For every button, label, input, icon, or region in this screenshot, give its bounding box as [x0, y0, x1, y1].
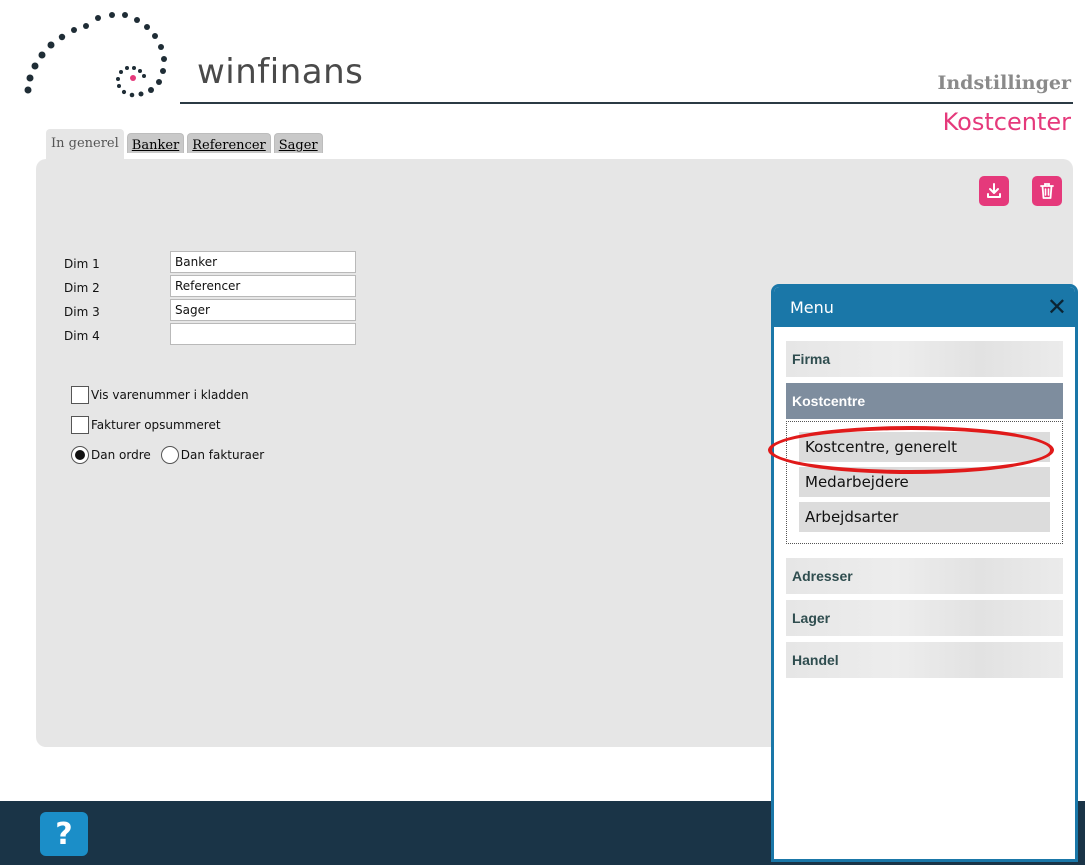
menu-section-handel[interactable]: Handel: [786, 642, 1063, 678]
menu-item-medarbejdere[interactable]: Medarbejdere: [799, 467, 1050, 497]
menu-header: Menu ✕: [774, 287, 1075, 327]
dim2-label: Dim 2: [64, 281, 100, 295]
radio-selected-dot: [75, 450, 85, 460]
create-invoices-radio[interactable]: [160, 446, 179, 464]
menu-item-kostcentre-generelt[interactable]: Kostcentre, generelt: [799, 432, 1050, 462]
menu-section-adresser[interactable]: Adresser: [786, 558, 1063, 594]
menu-section-lager[interactable]: Lager: [786, 600, 1063, 636]
download-icon: [987, 183, 1001, 198]
tab-banker[interactable]: Banker: [126, 133, 185, 153]
show-item-number-label: Vis varenummer i kladden: [91, 388, 249, 402]
create-order-radio[interactable]: [71, 446, 89, 464]
close-icon[interactable]: ✕: [1047, 295, 1067, 319]
dim1-label: Dim 1: [64, 257, 100, 271]
menu-section-kostcentre[interactable]: Kostcentre: [786, 383, 1063, 419]
help-button[interactable]: ?: [40, 812, 88, 856]
settings-title: Indstillinger: [937, 72, 1071, 94]
dim3-label: Dim 3: [64, 305, 100, 319]
brand-name: winfinans: [197, 52, 364, 92]
show-item-number-checkbox[interactable]: [71, 386, 89, 404]
invoice-summary-checkbox[interactable]: [71, 416, 89, 434]
dim1-input[interactable]: Banker: [170, 251, 356, 273]
create-order-label: Dan ordre: [91, 448, 151, 462]
menu-section-firma[interactable]: Firma: [786, 341, 1063, 377]
dim3-input[interactable]: Sager: [170, 299, 356, 321]
invoice-summary-option: Fakturer opsummeret: [71, 416, 221, 434]
winfinans-logo: [24, 12, 167, 98]
create-invoices-label: Dan fakturaer: [180, 448, 265, 462]
page-title: Kostcenter: [942, 108, 1071, 136]
tab-sager[interactable]: Sager: [273, 133, 323, 153]
menu-item-arbejdsarter[interactable]: Arbejdsarter: [799, 502, 1050, 532]
tab-in-generel[interactable]: In generel: [46, 129, 124, 159]
delete-button[interactable]: [1032, 176, 1062, 206]
menu-panel: Menu ✕ Firma Kostcentre Kostcentre, gene…: [771, 284, 1078, 862]
menu-body: Firma Kostcentre Kostcentre, generelt Me…: [774, 341, 1075, 678]
kostcentre-submenu: Kostcentre, generelt Medarbejdere Arbejd…: [786, 421, 1063, 544]
dim2-input[interactable]: Referencer: [170, 275, 356, 297]
dim4-label: Dim 4: [64, 329, 100, 343]
invoice-summary-label: Fakturer opsummeret: [91, 418, 221, 432]
menu-title: Menu: [790, 297, 834, 317]
tab-bar: In generel Banker Referencer Sager: [46, 129, 323, 159]
tab-referencer[interactable]: Referencer: [187, 133, 271, 153]
header-divider: [180, 102, 1073, 104]
trash-icon: [1040, 183, 1054, 199]
show-item-number-option: Vis varenummer i kladden: [71, 386, 249, 404]
download-button[interactable]: [979, 176, 1009, 206]
dim4-input[interactable]: [170, 323, 356, 345]
create-mode-radio-group: Dan ordre Dan fakturaer: [71, 446, 264, 464]
